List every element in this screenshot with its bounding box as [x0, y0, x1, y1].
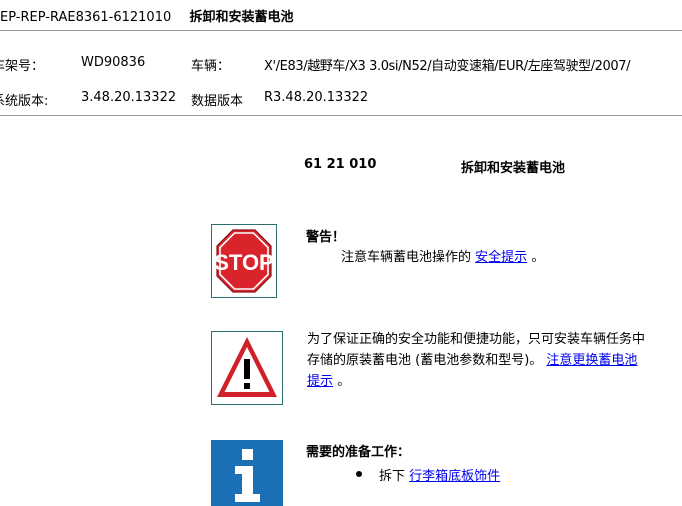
caution-line-2-text: 存储的原装蓄电池 (蓄电池参数和型号)。: [307, 353, 543, 368]
warning-heading: 警告！: [306, 230, 346, 245]
doc-title-code: EP-REP-RAE8361-6121010: [0, 10, 172, 25]
system-version-value: 3.48.20.13322: [81, 90, 177, 105]
section-number: 61 21 010: [304, 157, 377, 172]
header-divider-top: [0, 30, 682, 31]
caution-line-3: 提示 。: [307, 371, 682, 392]
caution-line-2: 存储的原装蓄电池 (蓄电池参数和型号)。 注意更换蓄电池: [307, 350, 682, 371]
prep-item-prefix: 拆下: [379, 469, 406, 484]
prep-bullet: [356, 471, 362, 477]
section-title: 拆卸和安装蓄电池: [461, 161, 566, 176]
trunk-floor-trim-link[interactable]: 行李箱底板饰件: [409, 469, 500, 484]
data-version-label: 数据版本: [191, 94, 244, 109]
caution-text: 为了保证正确的安全功能和便捷功能，只可安装车辆任务中 存储的原装蓄电池 (蓄电池…: [307, 329, 682, 392]
chassis-label: 车架号：: [0, 59, 45, 74]
doc-title-text: 拆卸和安装蓄电池: [189, 10, 294, 25]
chassis-value: WD90836: [81, 55, 146, 70]
data-version-value: R3.48.20.13322: [264, 90, 369, 105]
safety-tips-link[interactable]: 安全提示: [475, 250, 527, 265]
system-version-label: 系统版本:: [0, 94, 49, 109]
prep-heading: 需要的准备工作：: [306, 445, 411, 460]
doc-title: EP-REP-RAE8361-6121010 拆卸和安装蓄电池: [0, 6, 294, 25]
caution-text-after: 。: [337, 374, 351, 389]
vehicle-label: 车辆：: [191, 59, 231, 74]
info-icon: [211, 440, 283, 506]
warning-text-after: 。: [531, 250, 545, 265]
stop-sign-icon: STOP: [211, 224, 277, 298]
warning-triangle-icon: [211, 331, 283, 405]
warning-text: 注意车辆蓄电池操作的 安全提示 。: [341, 246, 544, 265]
prep-list-item: 拆下 行李箱底板饰件: [379, 465, 500, 484]
battery-replacement-link-part1[interactable]: 注意更换蓄电池: [546, 353, 637, 368]
warning-text-before: 注意车辆蓄电池操作的: [341, 250, 472, 265]
caution-line-1: 为了保证正确的安全功能和便捷功能，只可安装车辆任务中: [307, 332, 646, 347]
vehicle-value: X'/E83/越野车/X3 3.0si/N52/自动变速箱/EUR/左座驾驶型/…: [264, 59, 631, 74]
battery-replacement-link-part2[interactable]: 提示: [307, 374, 333, 389]
header-divider-bottom: [0, 115, 682, 116]
stop-sign-text: STOP: [214, 250, 274, 275]
